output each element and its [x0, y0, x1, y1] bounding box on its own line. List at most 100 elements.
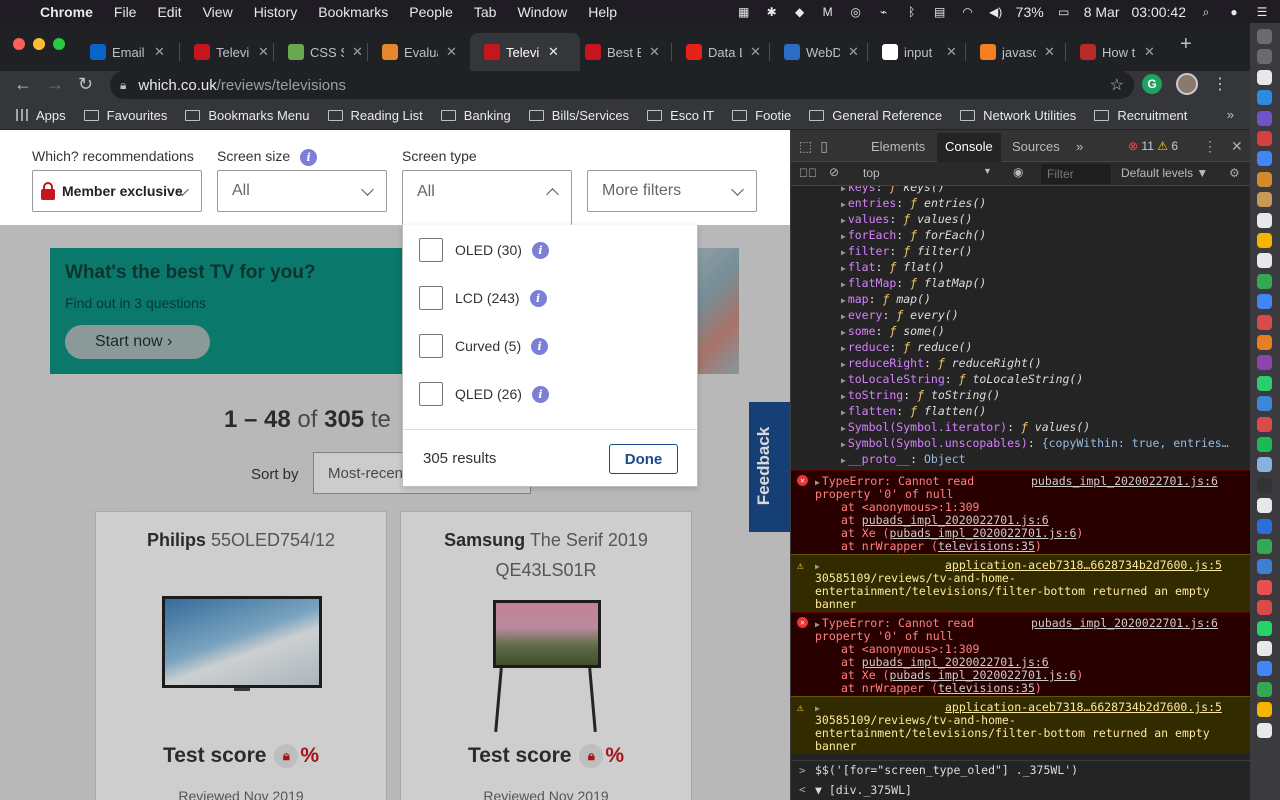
- menu-file[interactable]: File: [114, 4, 137, 20]
- option-lcd[interactable]: LCD (243) i: [419, 286, 547, 310]
- command-result[interactable]: ▼ [div._375WL]: [815, 783, 912, 797]
- dock-app-icon[interactable]: [1257, 681, 1272, 697]
- dock-app-icon[interactable]: [1257, 437, 1272, 452]
- expand-triangle-icon[interactable]: ▶: [841, 296, 846, 305]
- array-prototype-property[interactable]: ▶ entries: ƒ entries(): [841, 196, 986, 210]
- source-link[interactable]: pubads_impl_2020022701.js:6: [862, 655, 1049, 669]
- bookmark-star-icon[interactable]: ☆: [1110, 75, 1124, 95]
- array-prototype-property[interactable]: ▶ flatten: ƒ flatten(): [841, 404, 986, 418]
- source-link[interactable]: televisions:35: [938, 539, 1035, 553]
- siri-icon[interactable]: ●: [1226, 5, 1242, 19]
- menu-edit[interactable]: Edit: [157, 4, 181, 20]
- dock-app-icon[interactable]: [1257, 192, 1272, 208]
- array-prototype-property[interactable]: ▶ flat: ƒ flat(): [841, 260, 945, 274]
- menu-app-name[interactable]: Chrome: [40, 4, 93, 20]
- expand-triangle-icon[interactable]: ▶: [841, 456, 846, 465]
- dock-app-icon[interactable]: [1257, 579, 1272, 595]
- info-icon[interactable]: i: [529, 289, 547, 307]
- status-app-icon[interactable]: ⌁: [876, 5, 892, 19]
- dock-app-icon[interactable]: [1257, 212, 1272, 228]
- dock-app-icon[interactable]: [1257, 477, 1272, 493]
- array-prototype-property[interactable]: ▶ forEach: ƒ forEach(): [841, 228, 986, 242]
- array-prototype-property[interactable]: ▶ Symbol(Symbol.iterator): ƒ values(): [841, 420, 1090, 434]
- dock-app-icon[interactable]: [1257, 600, 1272, 616]
- window-zoom-button[interactable]: [53, 38, 65, 50]
- source-link[interactable]: pubads_impl_2020022701.js:6: [1031, 616, 1218, 630]
- source-link[interactable]: pubads_impl_2020022701.js:6: [862, 513, 1049, 527]
- eye-icon[interactable]: ◉: [1013, 165, 1023, 179]
- tab-item[interactable]: CSS S ✕: [274, 33, 374, 71]
- dock-app-icon[interactable]: [1257, 90, 1272, 106]
- source-link[interactable]: application-aceb7318…6628734b2d7600.js:5: [945, 558, 1222, 572]
- command-text[interactable]: $$('[for="screen_type_oled"] ._375WL'): [815, 763, 1078, 777]
- bookmark-folder[interactable]: Recruitment: [1094, 108, 1187, 123]
- window-close-button[interactable]: [13, 38, 25, 50]
- tab-more[interactable]: »: [1076, 139, 1083, 154]
- array-prototype-property[interactable]: ▶ reduce: ƒ reduce(): [841, 340, 972, 354]
- status-app-icon[interactable]: M: [820, 5, 836, 19]
- dock-app-icon[interactable]: [1257, 457, 1272, 473]
- recommendations-select[interactable]: Member exclusive: [32, 170, 202, 212]
- option-oled[interactable]: OLED (30) i: [419, 238, 549, 262]
- dock-app-icon[interactable]: [1257, 335, 1272, 350]
- dock-app-icon[interactable]: [1257, 171, 1272, 187]
- dock-app-icon[interactable]: [1257, 69, 1272, 85]
- bluetooth-icon[interactable]: ᛒ: [904, 5, 920, 19]
- array-prototype-property[interactable]: ▶ flatMap: ƒ flatMap(): [841, 276, 986, 290]
- close-icon[interactable]: ✕: [1231, 138, 1243, 155]
- array-prototype-property[interactable]: ▶ some: ƒ some(): [841, 324, 945, 338]
- tab-item[interactable]: Best E ✕: [571, 33, 671, 71]
- dock-app-icon[interactable]: [1257, 151, 1272, 167]
- info-icon[interactable]: i: [531, 241, 549, 259]
- lock-icon[interactable]: 🔒︎: [120, 78, 126, 93]
- gear-icon[interactable]: ⚙: [1229, 166, 1240, 180]
- dock-app-icon[interactable]: [1257, 396, 1272, 412]
- info-icon[interactable]: i: [531, 337, 549, 355]
- dock-app-icon[interactable]: [1257, 131, 1272, 146]
- bookmark-apps[interactable]: Apps: [16, 108, 66, 123]
- context-select[interactable]: top: [863, 166, 993, 180]
- dock-app-icon[interactable]: [1257, 722, 1272, 738]
- keyboard-icon[interactable]: ▤: [932, 5, 948, 19]
- array-prototype-property[interactable]: ▶ reduceRight: ƒ reduceRight(): [841, 356, 1042, 370]
- tab-elements[interactable]: Elements: [871, 139, 925, 154]
- bookmark-folder[interactable]: Banking: [440, 108, 511, 123]
- issue-counts[interactable]: ⊗ 11 ⚠ 6: [1128, 139, 1178, 153]
- console-error[interactable]: ✕ ▶ TypeError: Cannot read pubads_impl_20…: [791, 470, 1251, 554]
- menu-window[interactable]: Window: [517, 4, 567, 20]
- menu-history[interactable]: History: [254, 4, 298, 20]
- dock-app-icon[interactable]: [1257, 49, 1272, 65]
- back-arrow-icon[interactable]: ←: [14, 74, 32, 95]
- source-link[interactable]: pubads_impl_2020022701.js:6: [1031, 474, 1218, 488]
- close-icon[interactable]: ✕: [446, 44, 457, 60]
- tab-item[interactable]: input ✕: [868, 33, 968, 71]
- dock-app-icon[interactable]: [1257, 702, 1272, 718]
- dock-app-icon[interactable]: [1257, 355, 1272, 371]
- dock-app-icon[interactable]: [1257, 498, 1272, 514]
- status-app-icon[interactable]: ◎: [848, 5, 864, 19]
- info-icon[interactable]: i: [300, 149, 318, 166]
- expand-triangle-icon[interactable]: ▶: [841, 440, 846, 449]
- dock-app-icon[interactable]: [1257, 518, 1272, 534]
- source-link[interactable]: televisions:35: [938, 681, 1035, 695]
- dock-app-icon[interactable]: [1257, 253, 1272, 269]
- log-levels-select[interactable]: Default levels ▼: [1121, 166, 1208, 180]
- status-app-icon[interactable]: ▦: [736, 5, 752, 19]
- battery-percent[interactable]: 73%: [1016, 4, 1044, 20]
- expand-triangle-icon[interactable]: ▶: [841, 200, 846, 209]
- array-prototype-property[interactable]: ▶ every: ƒ every(): [841, 308, 959, 322]
- dock-app-icon[interactable]: [1257, 416, 1272, 432]
- tab-item[interactable]: Televi ✕: [470, 33, 580, 71]
- clear-console-icon[interactable]: ⊘: [829, 165, 839, 179]
- bookmark-folder[interactable]: General Reference: [809, 108, 942, 123]
- source-link[interactable]: pubads_impl_2020022701.js:6: [889, 668, 1076, 682]
- dock-app-icon[interactable]: [1257, 375, 1272, 391]
- array-prototype-property[interactable]: ▶ toLocaleString: ƒ toLocaleString(): [841, 372, 1083, 386]
- dock-app-icon[interactable]: [1257, 233, 1272, 248]
- array-prototype-property[interactable]: ▶ Symbol(Symbol.unscopables): {copyWithin…: [841, 436, 1229, 450]
- bookmark-folder[interactable]: Esco IT: [647, 108, 714, 123]
- menu-help[interactable]: Help: [588, 4, 617, 20]
- console-warning[interactable]: ⚠ ▶ application-aceb7318…6628734b2d7600.…: [791, 696, 1251, 754]
- expand-triangle-icon[interactable]: ▶: [841, 186, 846, 193]
- screen-type-select[interactable]: All: [402, 170, 572, 225]
